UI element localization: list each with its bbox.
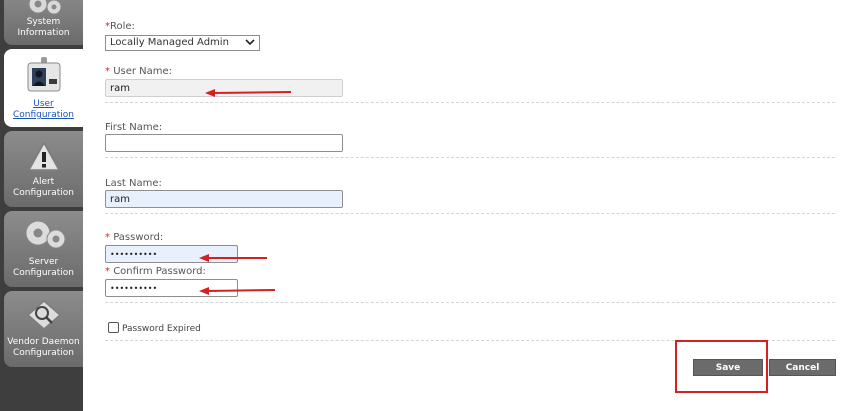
user-id-card-icon <box>4 57 83 93</box>
confirm-password-label: * Confirm Password: <box>105 266 206 277</box>
divider <box>105 302 835 303</box>
username-label-text: User Name: <box>113 66 173 77</box>
magnifier-card-icon <box>4 299 83 331</box>
sidebar-item-server-configuration[interactable]: Server Configuration <box>4 211 83 287</box>
annotation-arrow <box>203 84 293 97</box>
sidebar-nav: System Information User Configuration Al… <box>0 0 83 411</box>
sidebar-item-label: Configuration <box>12 110 75 120</box>
divider <box>105 102 835 103</box>
role-label-text: Role: <box>110 21 135 32</box>
sidebar-item-label: Alert <box>32 177 55 187</box>
sidebar-item-label: User <box>33 99 54 109</box>
sidebar-item-alert-configuration[interactable]: Alert Configuration <box>4 131 83 207</box>
annotation-arrow <box>197 249 269 262</box>
username-label: * User Name: <box>105 66 172 77</box>
confirm-password-label-text: Confirm Password: <box>113 266 206 277</box>
sidebar-item-label: Vendor Daemon <box>7 337 80 347</box>
role-label: *Role: <box>105 21 135 32</box>
sidebar-item-label: Configuration <box>12 348 75 358</box>
password-label: * Password: <box>105 232 163 243</box>
lastname-label: Last Name: <box>105 178 162 189</box>
password-label-text: Password: <box>113 232 164 243</box>
annotation-arrow <box>197 282 277 295</box>
gears-icon <box>4 219 83 251</box>
firstname-label: First Name: <box>105 122 163 133</box>
sidebar-item-label: Configuration <box>12 188 75 198</box>
sidebar-item-system-information[interactable]: System Information <box>4 0 83 45</box>
alert-warning-icon <box>4 141 83 173</box>
sidebar-item-vendor-daemon-configuration[interactable]: Vendor Daemon Configuration <box>4 291 83 367</box>
lastname-field[interactable]: ram <box>105 190 343 208</box>
role-select[interactable]: Locally Managed Admin <box>105 35 260 51</box>
password-expired-label: Password Expired <box>122 324 201 334</box>
sidebar-item-label: Server <box>28 257 59 267</box>
required-marker: * <box>105 232 110 243</box>
divider <box>105 157 835 158</box>
divider <box>105 213 835 214</box>
required-marker: * <box>105 66 110 77</box>
password-expired-checkbox[interactable] <box>108 322 119 333</box>
sidebar-item-label: Information <box>17 28 70 38</box>
chevron-down-icon <box>245 36 255 52</box>
sidebar-item-user-configuration[interactable]: User Configuration <box>4 49 83 127</box>
save-button[interactable]: Save <box>693 359 763 376</box>
sidebar-item-label: System <box>26 17 61 27</box>
required-marker: * <box>105 266 110 277</box>
gears-icon <box>4 0 83 16</box>
cancel-button[interactable]: Cancel <box>769 359 836 376</box>
role-select-value: Locally Managed Admin <box>110 37 229 48</box>
firstname-field[interactable] <box>105 134 343 152</box>
sidebar-item-label: Configuration <box>12 268 75 278</box>
